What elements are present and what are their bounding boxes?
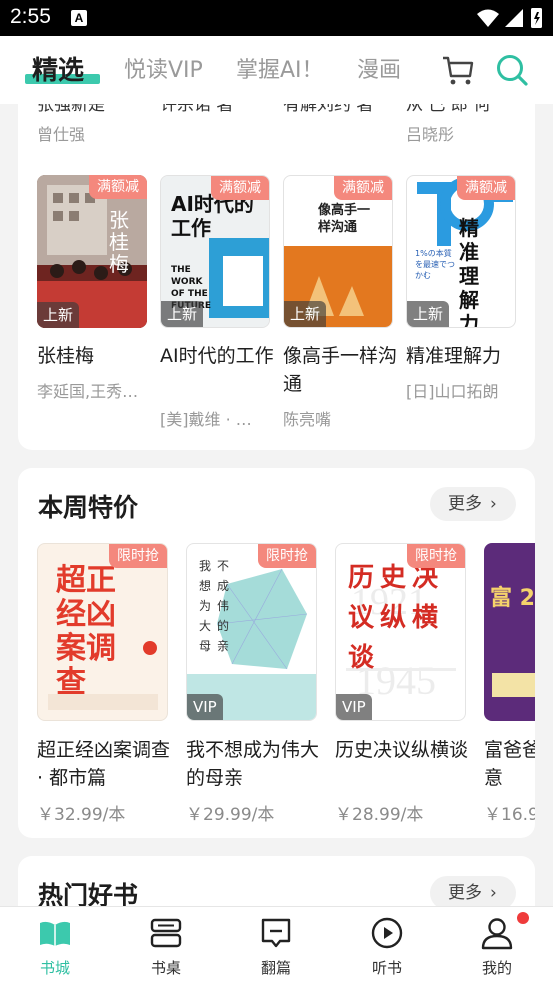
clipped-title: 张强新是 (37, 104, 105, 115)
nav-item-me[interactable]: 我的 (462, 915, 532, 978)
section-title: 本周特价 (38, 493, 139, 522)
nav-label: 翻篇 (260, 959, 291, 977)
cover-title: 张桂梅 (109, 208, 129, 276)
book-author: 李延国,王秀… (37, 382, 139, 401)
more-button[interactable]: 更多 › (430, 487, 516, 521)
new-tag: 上新 (284, 301, 327, 327)
clipped-title: 有解刘约 著 (283, 104, 374, 115)
book-title[interactable]: 我不想成为伟大的母亲 (186, 736, 321, 792)
tab-comics[interactable]: 漫画 (357, 52, 401, 84)
book-price: ￥29.99/本 (186, 805, 275, 825)
nav-item-bookstore[interactable]: 书城 (20, 915, 90, 978)
book-author: [日]山口拓朗 (406, 382, 499, 401)
promo-badge: 满额减 (89, 175, 147, 199)
clipped-previous-row: 张强新是 许宗诺 著 有解刘约 著 从 己 郎 何 曾仕强 吕晓彤 (18, 104, 535, 144)
more-button[interactable]: 更多 › (430, 876, 516, 910)
book-author: 陈亮嘴 (283, 410, 332, 429)
notification-dot (517, 912, 529, 924)
promo-badge: 限时抢 (407, 544, 465, 568)
tab-vip[interactable]: 悦读VIP (124, 52, 203, 84)
book-price: ￥28.99/本 (335, 805, 424, 825)
clipped-title-wrap: 富爸爸的生意 (484, 736, 535, 792)
cover-subtitle: 1%の本質を最速でつかむ (415, 249, 455, 280)
book-cover[interactable]: 1921 1945 历史决议纵横谈 限时抢 VIP (335, 543, 466, 721)
search-icon[interactable] (495, 53, 529, 91)
more-label: 更多 (448, 883, 482, 903)
more-label: 更多 (448, 494, 482, 514)
clipped-author: 曾仕强 (37, 125, 86, 144)
play-icon (371, 917, 403, 949)
book-title[interactable]: 张桂梅 (37, 342, 155, 370)
user-icon (481, 918, 513, 950)
tab-ai[interactable]: 掌握AI！ (236, 52, 324, 84)
nav-item-flip[interactable]: 翻篇 (241, 915, 311, 978)
promo-badge: 满额减 (334, 176, 392, 200)
new-tag: 上新 (161, 301, 204, 327)
status-bar: 2:55 A (0, 0, 553, 36)
book-open-icon (40, 921, 70, 946)
message-icon (261, 918, 291, 948)
book-price: ￥16.9 (484, 805, 535, 824)
top-tab-bar: 精选 悦读VIP 掌握AI！ 漫画 (0, 36, 553, 104)
book-title[interactable]: 历史决议纵横谈 (335, 736, 470, 764)
nav-label: 书桌 (150, 959, 181, 977)
wifi-icon (477, 9, 499, 27)
book-title[interactable]: 超正经凶案调查 · 都市篇 (37, 736, 172, 792)
book-price: ￥32.99/本 (37, 805, 126, 825)
notification-a-icon: A (71, 10, 87, 26)
chevron-right-icon: › (490, 883, 497, 903)
vip-tag: VIP (336, 694, 372, 720)
cover-title: 富 21世 (490, 586, 535, 611)
nav-label: 听书 (371, 959, 402, 977)
book-cover[interactable]: AI时代的工作 THE WORK OF THE FUTURE 满额减 上新 (160, 175, 270, 328)
book-cover[interactable]: 富 21世 (484, 543, 535, 721)
nav-item-listen[interactable]: 听书 (352, 915, 422, 978)
clipped-author: 吕晓彤 (406, 125, 455, 144)
book-title[interactable]: 富爸爸的生意 (484, 736, 535, 792)
new-tag: 上新 (407, 301, 450, 327)
book-title[interactable]: AI时代的工作 (160, 342, 278, 370)
cart-icon[interactable] (441, 54, 475, 90)
status-icons (475, 6, 545, 34)
chevron-right-icon: › (490, 494, 497, 514)
nav-label: 我的 (481, 959, 512, 977)
book-title[interactable]: 像高手一样沟通 (283, 342, 401, 398)
promo-badge: 满额减 (211, 176, 269, 200)
new-tag: 上新 (37, 302, 80, 328)
signal-icon (505, 9, 523, 27)
status-time: 2:55 (10, 5, 51, 28)
book-cover[interactable]: 精准理解力 1%の本質を最速でつかむ 满额减 上新 (406, 175, 516, 328)
book-cover[interactable]: 我不想成为伟大的母亲 限时抢 VIP (186, 543, 317, 721)
desk-icon (150, 918, 182, 948)
book-cover[interactable]: 超正经凶案调查 限时抢 (37, 543, 168, 721)
cover-title: 超正经凶案调查 (56, 563, 116, 700)
promo-badge: 满额减 (457, 176, 515, 200)
cover-title: 历史决议纵横谈 (348, 563, 445, 673)
book-cover[interactable]: 张桂梅 满额减 上新 (37, 175, 147, 328)
tab-featured[interactable]: 精选 (32, 50, 84, 87)
clipped-title: 许宗诺 著 (160, 104, 234, 115)
cover-title: 精准理解力 (459, 216, 479, 328)
vip-tag: VIP (187, 694, 223, 720)
nav-item-desk[interactable]: 书桌 (131, 915, 201, 978)
bottom-nav-bar: 书城 书桌 翻篇 听书 我的 (0, 906, 553, 984)
book-cover[interactable]: 像高手一样沟通 满额减 上新 (283, 175, 393, 328)
clipped-price-wrap: ￥16.9 (484, 800, 535, 824)
promo-badge: 限时抢 (109, 544, 167, 568)
clipped-title: 从 己 郎 何 (406, 104, 491, 115)
book-author: [美]戴维 · … (160, 410, 252, 429)
promo-badge: 限时抢 (258, 544, 316, 568)
book-title[interactable]: 精准理解力 (406, 342, 524, 370)
nav-label: 书城 (39, 959, 70, 977)
cover-title: 像高手一样沟通 (318, 203, 371, 235)
cover-title: 我不想成为伟大的母亲 (199, 559, 236, 653)
